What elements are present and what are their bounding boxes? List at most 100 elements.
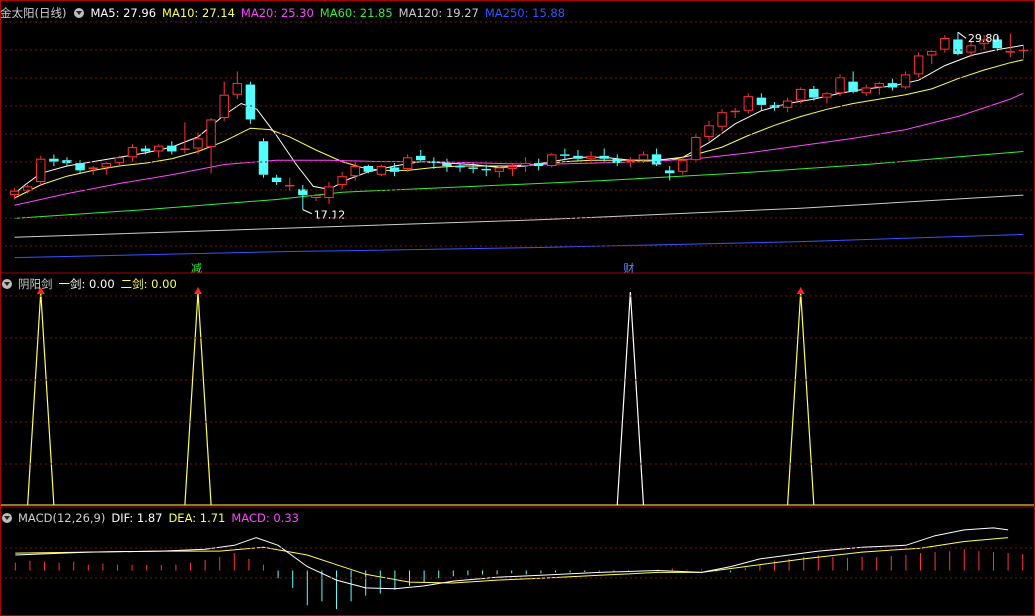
candle [782,97,793,113]
candle [743,93,754,114]
ma250-label: MA250: 15.88 [484,6,566,20]
candle [167,141,177,155]
candle [861,84,871,97]
candle-body [625,160,636,162]
candle-body [232,83,243,95]
candle [258,138,269,178]
candle [730,107,740,118]
low-price-label: 17.12 [314,209,346,222]
macd-dif: DIF: 1.87 [111,511,163,525]
candle-body [756,97,767,105]
candle-body [376,166,387,175]
candle-body [547,154,557,166]
high-arrow [957,31,967,39]
candle [927,49,937,65]
macd-panel[interactable] [14,527,1024,610]
candle-body [350,166,360,177]
candle [245,81,256,124]
candle-body [494,167,505,172]
candle [547,152,557,168]
candle [599,148,609,162]
candle [337,171,347,190]
ma-line-ma10 [14,59,1024,199]
dropdown-icon[interactable] [74,8,85,18]
candle [822,91,832,104]
candle [717,109,727,132]
candle-body [966,45,976,53]
candle-body [940,38,950,50]
candle-body [468,167,478,169]
candle-body [180,148,190,151]
candle-body [874,83,885,88]
candle [664,166,675,181]
dropdown-icon[interactable] [2,279,12,289]
stock-title: 金太阳(日线) [0,6,67,20]
yyj-first-sword: 一剑: 0.00 [58,277,115,291]
ma-line-ma5 [14,44,1024,194]
yyj-second-sword: 二剑: 0.00 [120,277,177,291]
candle-body [193,138,203,149]
candle-body [140,148,151,152]
candle-body [913,55,924,75]
price-panel[interactable]: 29.8017.12减财 [9,31,1029,275]
candle-body [586,155,596,159]
candle-body [835,77,845,94]
candle-body [337,176,347,185]
macd-dea: DEA: 1.71 [168,511,226,525]
candle-body [822,93,832,98]
candle-body [324,186,334,198]
candle-body [743,96,754,111]
candle-body [691,136,701,161]
candle [232,71,243,100]
ma20-label: MA20: 25.30 [240,6,314,20]
candle-body [704,125,714,137]
yyj-title: 阴阳剑 [18,277,53,291]
candle [651,148,662,166]
spike-arrow-marker [796,287,805,294]
yyj-panel-header: 阴阳剑 一剑: 0.00 二剑: 0.00 [0,276,183,292]
candle [219,81,229,121]
low-arrow [302,209,313,215]
dropdown-icon[interactable] [2,513,12,523]
candle [114,155,125,166]
candle [271,174,282,185]
candle-body [809,88,819,98]
candle-body [887,83,898,88]
candle-body [848,81,858,92]
candle-body [900,74,911,88]
candle [206,118,216,174]
candle-body [573,155,583,159]
candle-body [533,163,544,166]
candle [324,182,334,204]
candle-body [153,145,164,152]
ma5-label: MA5: 27.96 [90,6,157,20]
spike [787,291,815,506]
candle [756,93,767,111]
candle-body [560,154,570,156]
ma120-label: MA120: 19.27 [398,6,479,20]
spike-arrow-marker [193,287,202,294]
yinyangjian-panel[interactable] [0,287,1035,506]
candle-body [638,154,649,161]
candle [586,151,596,164]
candle [704,120,714,142]
candle-body [402,157,413,169]
candle [22,184,33,194]
macd-title: MACD(12,26,9) [18,511,106,525]
candle-body [664,170,675,174]
candle [913,52,924,78]
candle-body [363,166,374,172]
candle-body [730,110,740,113]
macd-panel-header: MACD(12,26,9) DIF: 1.87 DEA: 1.71 MACD: 0.3… [0,510,305,526]
candle-body [953,39,963,54]
candle [153,144,164,158]
candle-body [206,119,216,148]
candle-body [927,51,937,56]
candle-body [9,190,20,196]
candle [36,155,46,185]
candle [127,144,138,162]
candle [284,177,295,191]
candle [848,71,858,94]
spike [616,291,645,506]
candle [193,132,203,155]
